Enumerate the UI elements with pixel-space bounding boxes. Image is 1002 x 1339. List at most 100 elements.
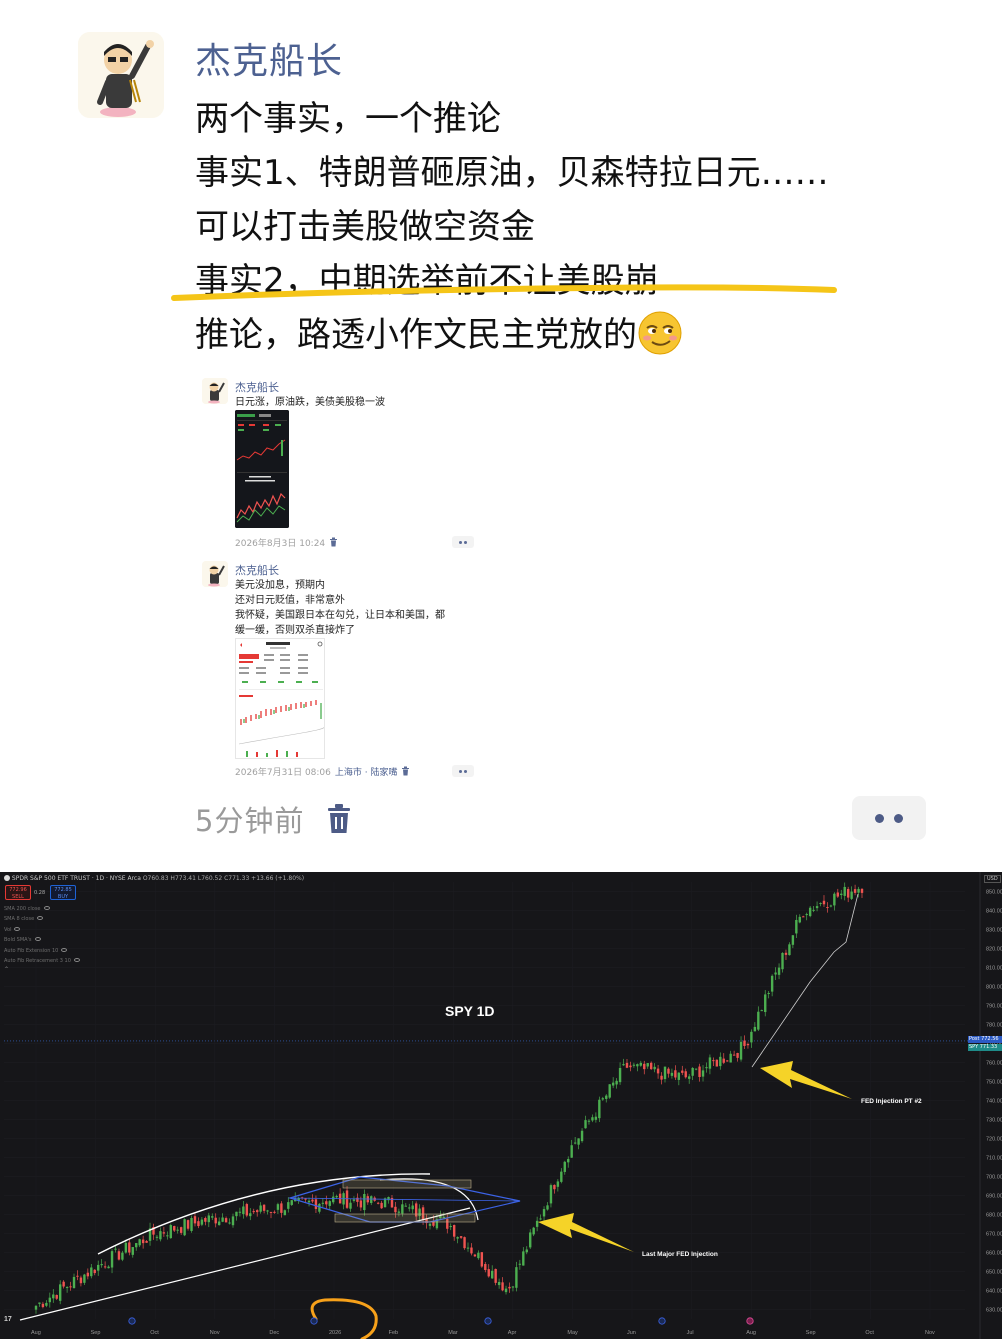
- eye-icon[interactable]: [14, 926, 21, 931]
- more-options-button[interactable]: [452, 765, 474, 777]
- candle: [287, 1202, 290, 1209]
- eye-icon[interactable]: [34, 937, 41, 942]
- event-marker-icon[interactable]: [658, 1317, 666, 1325]
- indicator-row[interactable]: Vol: [4, 925, 80, 935]
- indicator-row[interactable]: Bold SMA's: [4, 935, 80, 945]
- candle: [41, 1303, 45, 1308]
- candle: [788, 944, 791, 956]
- event-marker-icon[interactable]: [484, 1317, 492, 1325]
- candle: [190, 1217, 193, 1231]
- candle: [497, 1281, 501, 1286]
- candlestick-chart[interactable]: 850.00 840.00 830.00 820.00 810.00 800.00 790.…: [0, 872, 1002, 1339]
- candle: [636, 1064, 639, 1067]
- badge-value: 771.33: [979, 1044, 998, 1050]
- candle: [615, 1080, 618, 1085]
- candle: [532, 1227, 535, 1235]
- quoted-post[interactable]: 杰克船长 美元没加息，预期内 还对日元贬值，非常意外 我怀疑，美国跟日本在勾兑，…: [202, 561, 492, 779]
- quoted-text: 日元涨，原油跌，美债美股稳一波: [235, 395, 385, 410]
- eye-icon[interactable]: [73, 958, 80, 963]
- candle: [321, 1202, 325, 1204]
- more-options-button[interactable]: [852, 796, 926, 840]
- trash-icon[interactable]: [329, 537, 338, 547]
- highlight-circle-annotation: [310, 1298, 378, 1339]
- candle: [618, 1067, 622, 1083]
- eye-icon[interactable]: [43, 906, 50, 910]
- chart-title: SPY 1D: [445, 1003, 495, 1019]
- candle: [535, 1220, 539, 1227]
- candle: [691, 1067, 694, 1076]
- event-marker-icon[interactable]: [310, 1317, 318, 1325]
- candle: [231, 1216, 235, 1226]
- candle: [757, 1011, 760, 1030]
- x-tick-label: Sep: [91, 1330, 101, 1336]
- indicator-row[interactable]: Auto Fib Extension 10: [4, 946, 80, 956]
- post-line: 推论，路透小作文民主党放的: [195, 315, 637, 355]
- candle: [383, 1198, 387, 1208]
- candle: [325, 1201, 328, 1205]
- candle: [356, 1197, 359, 1202]
- candle: [97, 1264, 100, 1271]
- candle: [850, 891, 853, 899]
- eye-icon[interactable]: [61, 947, 68, 952]
- y-tick-label: 730.00: [986, 1118, 1002, 1124]
- author-name[interactable]: 杰克船长: [195, 32, 343, 84]
- candle: [397, 1211, 401, 1213]
- event-marker-icon[interactable]: [746, 1317, 754, 1325]
- candle: [594, 1116, 598, 1120]
- candle: [48, 1297, 52, 1303]
- trash-icon[interactable]: [326, 803, 352, 835]
- candle: [719, 1056, 722, 1067]
- buy-button[interactable]: 772.85 BUY: [50, 885, 76, 900]
- collapse-chevron-icon[interactable]: ⌃: [4, 966, 80, 973]
- candle: [93, 1269, 96, 1274]
- y-tick-label: 820.00: [986, 947, 1002, 953]
- eye-icon[interactable]: [37, 916, 44, 921]
- candle: [729, 1053, 732, 1063]
- price-zone: [342, 1179, 472, 1189]
- quoted-author[interactable]: 杰克船长: [235, 562, 279, 578]
- author-avatar[interactable]: [78, 32, 164, 118]
- candle: [539, 1218, 542, 1220]
- candle: [563, 1161, 566, 1172]
- quoted-location[interactable]: 上海市 · 陆家嘴: [335, 768, 398, 778]
- quoted-author[interactable]: 杰克船长: [235, 379, 279, 395]
- forex-screenshot-thumbnail[interactable]: [235, 638, 325, 759]
- x-tick-label: Nov: [210, 1330, 220, 1336]
- event-marker-icon[interactable]: [128, 1317, 136, 1325]
- currency-selector[interactable]: USD: [984, 875, 1001, 883]
- y-tick-label: 840.00: [986, 909, 1002, 915]
- indicator-row[interactable]: SMA 8 close: [4, 914, 80, 924]
- more-options-button[interactable]: [452, 536, 474, 548]
- post-line: 可以打击美股做空资金: [195, 207, 535, 247]
- sell-button[interactable]: 772.96 SELL: [5, 885, 31, 900]
- candle: [76, 1275, 79, 1277]
- candle: [411, 1205, 414, 1210]
- y-tick-label: 760.00: [986, 1061, 1002, 1067]
- arrow-annotation-icon: [538, 1213, 634, 1252]
- symbol-name[interactable]: SPDR S&P 500 ETF TRUST · 1D · NYSE Arca: [12, 875, 141, 882]
- symbol-icon: [4, 875, 10, 881]
- badge-label: SPY: [969, 1044, 979, 1050]
- candle: [65, 1287, 69, 1289]
- candle: [622, 1064, 625, 1066]
- candle: [169, 1225, 172, 1239]
- quoted-post[interactable]: 杰克船长 日元涨，原油跌，美债美股稳一波 2026年8月3日 10:24: [202, 378, 492, 553]
- candle: [491, 1270, 494, 1279]
- candle: [577, 1138, 580, 1145]
- candle: [639, 1062, 643, 1066]
- candle: [860, 888, 864, 893]
- x-tick-label: Oct: [865, 1330, 874, 1336]
- spy-price-badge: SPY 771.33: [968, 1044, 1002, 1051]
- candle: [767, 993, 770, 995]
- spy-chart-panel[interactable]: 850.00 840.00 830.00 820.00 810.00 800.00 790.…: [0, 872, 1002, 1339]
- stock-screenshot-thumbnail[interactable]: [235, 410, 289, 528]
- indicator-row[interactable]: Auto Fib Retracement 3 10: [4, 956, 80, 966]
- candle: [159, 1231, 162, 1240]
- indicator-row[interactable]: SMA 200 close: [4, 904, 80, 914]
- trash-icon[interactable]: [401, 766, 410, 776]
- pattern-outline: [289, 1197, 521, 1202]
- candle: [484, 1263, 487, 1270]
- indicator-label: Vol: [4, 926, 12, 933]
- candle: [791, 935, 795, 945]
- candle: [204, 1217, 207, 1222]
